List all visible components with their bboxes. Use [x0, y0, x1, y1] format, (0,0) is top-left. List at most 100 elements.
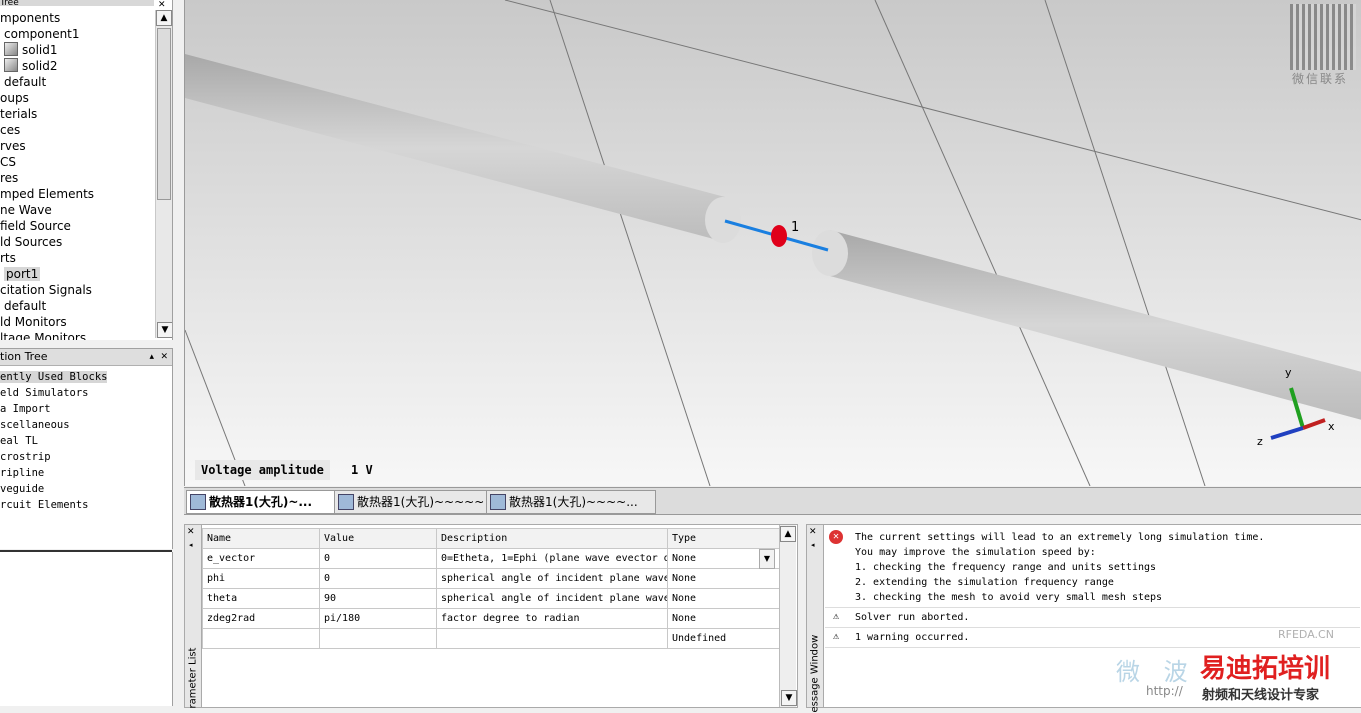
tree-item[interactable]: ltage Monitors [0, 330, 154, 340]
component-category-label: ripline [0, 467, 45, 479]
table-cell[interactable]: zdeg2rad [202, 608, 320, 629]
tree-item[interactable]: citation Signals [0, 282, 154, 298]
column-header-type[interactable]: Type [667, 528, 783, 549]
scroll-down-icon[interactable]: ▼ [781, 690, 797, 706]
3d-viewport[interactable]: 1 y x z [184, 0, 1361, 486]
column-header-description[interactable]: Description [436, 528, 668, 549]
table-cell[interactable]: Undefined [667, 628, 783, 649]
tree-item[interactable]: default [0, 74, 154, 90]
table-cell[interactable] [202, 628, 320, 649]
type-dropdown-arrow-icon[interactable]: ▼ [759, 549, 775, 569]
empty-panel [0, 552, 173, 706]
component-category[interactable]: scellaneous [0, 417, 172, 433]
tree-item[interactable]: ne Wave [0, 202, 154, 218]
table-cell[interactable]: pi/180 [319, 608, 437, 629]
tree-item-label: rves [0, 139, 26, 153]
tab-1[interactable]: 散热器1(大孔)~... [186, 490, 352, 514]
table-row[interactable]: zdeg2rad pi/180 factor degree to radian Non… [202, 608, 783, 629]
tree-item[interactable]: mped Elements [0, 186, 154, 202]
table-cell[interactable]: None [667, 568, 783, 589]
component-category[interactable]: ripline [0, 465, 172, 481]
component-category[interactable]: rcuit Elements [0, 497, 172, 513]
watermark-tagline: 射频和天线设计专家 [1202, 688, 1320, 703]
scroll-down-icon[interactable]: ▼ [157, 322, 172, 338]
tree-item[interactable]: solid2 [0, 58, 154, 74]
tree-item[interactable]: solid1 [0, 42, 154, 58]
table-cell[interactable]: 0 [319, 568, 437, 589]
table-row[interactable]: e_vector 0 0=Etheta, 1=Ephi (plane wave ev… [202, 548, 783, 569]
tree-item[interactable]: field Source [0, 218, 154, 234]
component-category[interactable]: veguide [0, 481, 172, 497]
tree-item[interactable]: CS [0, 154, 154, 170]
watermark-domain: RFEDA.CN [1278, 628, 1334, 641]
table-row[interactable]: phi 0 spherical angle of incident plane wa… [202, 568, 783, 589]
pin-icon[interactable]: ◂ [811, 541, 815, 549]
tab-3[interactable]: 散热器1(大孔)~~~~... [486, 490, 656, 514]
component-category[interactable]: eld Simulators [0, 385, 172, 401]
tree-item[interactable]: rts [0, 250, 154, 266]
tree-item[interactable]: component1 [0, 26, 154, 42]
component-category-label: a Import [0, 403, 51, 415]
close-icon[interactable]: ✕ [160, 349, 168, 365]
tab-label: 散热器1(大孔)~... [209, 495, 313, 509]
table-cell[interactable]: 0=Etheta, 1=Ephi (plane wave evector d [436, 548, 668, 569]
message-line: 3. checking the mesh to avoid very small… [855, 592, 1163, 603]
pin-icon[interactable]: ◂ [189, 541, 193, 549]
table-cell[interactable]: 90 [319, 588, 437, 609]
table-row[interactable]: theta 90 spherical angle of incident plane… [202, 588, 783, 609]
table-cell[interactable] [319, 628, 437, 649]
component-category-label: ently Used Blocks [0, 371, 108, 383]
scroll-thumb[interactable] [157, 28, 171, 200]
tree-item[interactable]: ld Sources [0, 234, 154, 250]
table-cell[interactable] [436, 628, 668, 649]
error-icon: ✕ [829, 530, 843, 544]
message-window-side: ✕ ◂ essage Window [807, 525, 824, 713]
tree-item[interactable]: rves [0, 138, 154, 154]
navigation-tree-scrollbar[interactable]: ▲ ▼ [155, 10, 172, 338]
table-cell[interactable]: factor degree to radian [436, 608, 668, 629]
tree-item-label: rts [0, 251, 16, 265]
left-cylinder-end [705, 197, 741, 243]
tab-icon [338, 494, 354, 510]
column-header-name[interactable]: Name [202, 528, 320, 549]
tree-item[interactable]: oups [0, 90, 154, 106]
component-category[interactable]: a Import [0, 401, 172, 417]
tree-item[interactable]: res [0, 170, 154, 186]
component-category[interactable]: eal TL [0, 433, 172, 449]
tree-item[interactable]: terials [0, 106, 154, 122]
tree-item[interactable]: mponents [0, 10, 154, 26]
table-cell[interactable]: None [667, 588, 783, 609]
pin-icon[interactable]: ▴ [149, 349, 154, 365]
scroll-up-icon[interactable]: ▲ [780, 526, 796, 542]
table-cell[interactable]: None [667, 608, 783, 629]
warning-icon: ⚠ [832, 631, 840, 642]
close-icon[interactable]: ✕ [158, 0, 166, 10]
component-category[interactable]: crostrip [0, 449, 172, 465]
close-icon[interactable]: ✕ [809, 527, 817, 537]
table-cell[interactable]: spherical angle of incident plane wave [436, 568, 668, 589]
table-cell[interactable]: phi [202, 568, 320, 589]
table-cell[interactable]: 0 [319, 548, 437, 569]
component-category[interactable]: ently Used Blocks [0, 369, 172, 385]
parameter-table: Name Value Description Type e_vector 0 0=E… [202, 528, 783, 649]
tree-item-label: CS [0, 155, 16, 169]
scroll-up-icon[interactable]: ▲ [156, 10, 172, 26]
table-cell[interactable]: theta [202, 588, 320, 609]
axis-z-line [1270, 426, 1304, 440]
grid-line [1044, 0, 1206, 486]
column-header-value[interactable]: Value [319, 528, 437, 549]
tree-item[interactable]: port1 [0, 266, 154, 282]
component-category-label: crostrip [0, 451, 51, 463]
parameter-list-scrollbar[interactable]: ▲ ▼ [779, 525, 797, 707]
parameter-list-side: ✕ ◂ rameter List [185, 525, 202, 709]
close-icon[interactable]: ✕ [187, 527, 195, 537]
table-cell[interactable]: e_vector [202, 548, 320, 569]
tree-item[interactable]: ld Monitors [0, 314, 154, 330]
watermark-url: http:// [1146, 684, 1183, 698]
tree-item[interactable]: default [0, 298, 154, 314]
message-line: The current settings will lead to an ext… [855, 532, 1265, 543]
tree-item[interactable]: ces [0, 122, 154, 138]
table-row[interactable]: Undefined [202, 628, 783, 649]
table-cell[interactable]: spherical angle of incident plane wave [436, 588, 668, 609]
tab-2[interactable]: 散热器1(大孔)~~~~~ [334, 490, 504, 514]
